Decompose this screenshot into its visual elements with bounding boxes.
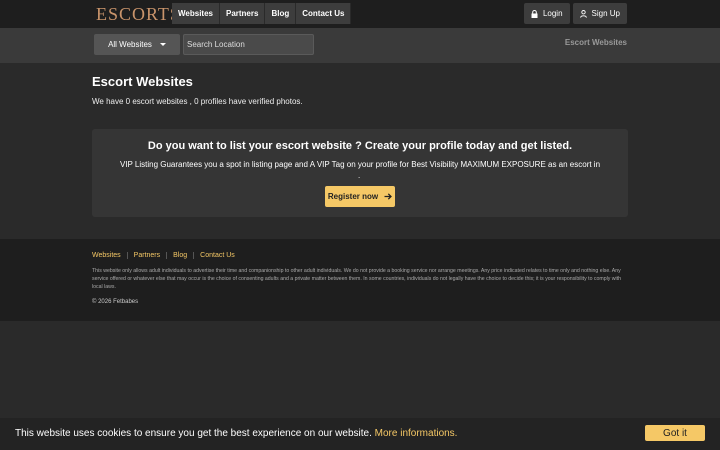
copyright: © 2026 Fetbabes bbox=[92, 299, 139, 305]
footer-link-blog[interactable]: Blog bbox=[166, 252, 193, 259]
cookie-message: This website uses cookies to ensure you … bbox=[15, 428, 457, 439]
footer-links: Websites Partners Blog Contact Us bbox=[92, 252, 241, 259]
footer: Websites Partners Blog Contact Us This w… bbox=[0, 239, 720, 321]
main-nav: Websites Partners Blog Contact Us bbox=[172, 3, 352, 24]
signup-button[interactable]: Sign Up bbox=[572, 3, 627, 24]
login-button[interactable]: Login bbox=[523, 3, 570, 24]
promo-title: Do you want to list your escort website … bbox=[147, 140, 573, 152]
arrow-right-icon bbox=[384, 193, 393, 200]
site-logo[interactable]: ESCORTS bbox=[96, 4, 181, 25]
dropdown-value: All Websites bbox=[108, 40, 152, 49]
listing-summary: We have 0 escort websites , 0 profiles h… bbox=[92, 97, 303, 106]
search-bar: All Websites Escort Websites bbox=[0, 28, 720, 63]
register-now-button[interactable]: Register now bbox=[325, 186, 395, 207]
register-label: Register now bbox=[327, 192, 379, 201]
nav-websites[interactable]: Websites bbox=[172, 3, 220, 24]
footer-link-contact-us[interactable]: Contact Us bbox=[193, 252, 241, 259]
cookie-more-info-link[interactable]: More informations. bbox=[375, 428, 458, 439]
promo-dot: . bbox=[358, 171, 361, 180]
nav-contact-us[interactable]: Contact Us bbox=[296, 3, 352, 24]
nav-blog[interactable]: Blog bbox=[265, 3, 297, 24]
footer-link-websites[interactable]: Websites bbox=[92, 252, 127, 259]
cookie-text: This website uses cookies to ensure you … bbox=[15, 428, 372, 439]
top-bar: ESCORTS Websites Partners Blog Contact U… bbox=[0, 0, 720, 28]
page-title: Escort Websites bbox=[92, 74, 193, 89]
nav-partners[interactable]: Partners bbox=[219, 3, 266, 24]
lock-icon bbox=[531, 9, 538, 18]
footer-link-partners[interactable]: Partners bbox=[126, 252, 166, 259]
breadcrumb: Escort Websites bbox=[564, 38, 627, 47]
website-filter-dropdown[interactable]: All Websites bbox=[94, 34, 180, 55]
cookie-banner: This website uses cookies to ensure you … bbox=[0, 418, 720, 450]
user-icon bbox=[579, 9, 587, 18]
login-label: Login bbox=[542, 9, 563, 18]
caret-down-icon bbox=[159, 43, 166, 46]
promo-text: VIP Listing Guarantees you a spot in lis… bbox=[119, 160, 601, 169]
auth-buttons: Login Sign Up bbox=[523, 3, 627, 24]
search-location-input[interactable] bbox=[183, 34, 314, 55]
legal-disclaimer: This website only allows adult individua… bbox=[92, 268, 622, 290]
signup-label: Sign Up bbox=[591, 9, 620, 18]
cookie-accept-button[interactable]: Got it bbox=[645, 425, 705, 441]
